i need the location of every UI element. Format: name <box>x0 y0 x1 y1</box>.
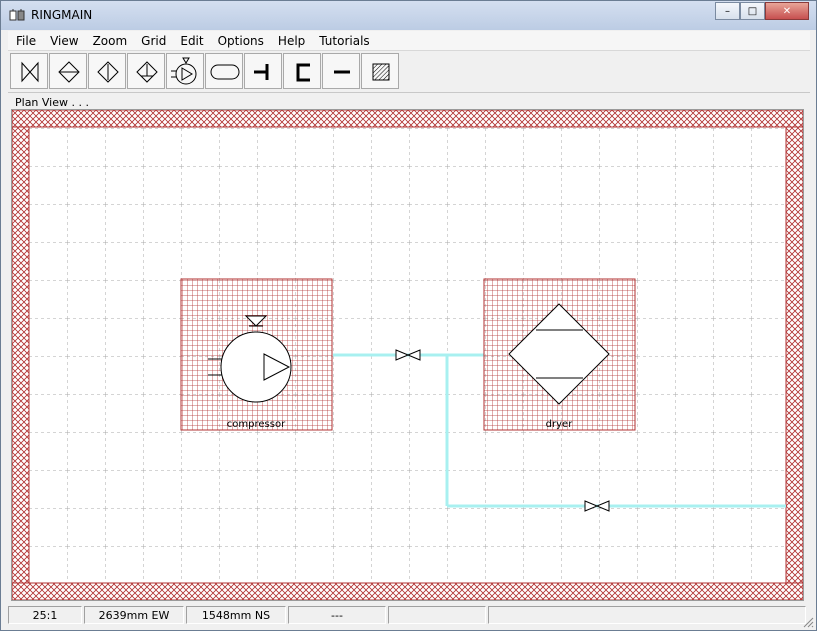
close-icon: ✕ <box>782 5 792 17</box>
compressor-tool-button[interactable] <box>166 53 204 89</box>
app-icon <box>9 9 25 21</box>
compressor-icon <box>171 57 197 85</box>
regulator-tool-button[interactable] <box>88 53 126 89</box>
minimize-button[interactable]: – <box>715 2 740 20</box>
pipe-tool-button[interactable] <box>322 53 360 89</box>
close-button[interactable]: ✕ <box>765 2 809 20</box>
view-label: Plan View . . . <box>15 96 89 109</box>
wall-hatch-icon <box>372 63 390 81</box>
check-valve-icon <box>58 61 80 83</box>
bend-icon <box>296 63 310 82</box>
menu-grid[interactable]: Grid <box>133 34 172 48</box>
menu-tutorials[interactable]: Tutorials <box>311 34 375 48</box>
extra-panel <box>388 606 486 624</box>
regulator-icon <box>97 61 119 83</box>
menu-file[interactable]: File <box>8 34 42 48</box>
minimize-icon: – <box>725 5 730 17</box>
receiver-tool-button[interactable] <box>205 53 243 89</box>
maximize-icon: □ <box>747 5 758 17</box>
scale-panel: 25:1 <box>8 606 82 624</box>
valve-tool-button[interactable] <box>10 53 48 89</box>
valve-icon <box>21 61 39 83</box>
ew-position-panel: 2639mm EW <box>84 606 184 624</box>
pipe-icon <box>334 70 350 74</box>
filter-tool-button[interactable] <box>127 53 165 89</box>
tee-icon <box>254 64 269 80</box>
compressor-component[interactable]: compressor <box>180 278 333 431</box>
status-bar: 25:1 2639mm EW 1548mm NS --- <box>8 606 810 626</box>
wall-top[interactable] <box>11 109 804 128</box>
app-window: RINGMAIN – □ ✕ File View Zoom Grid Edit … <box>0 0 817 631</box>
window-controls: – □ ✕ <box>715 2 809 21</box>
wall-right[interactable] <box>785 126 804 584</box>
check-valve-tool-button[interactable] <box>49 53 87 89</box>
dryer-label: dryer <box>546 419 574 430</box>
menu-edit[interactable]: Edit <box>172 34 209 48</box>
resize-grip-icon[interactable] <box>802 616 814 628</box>
plan-drawing[interactable]: compressor dryer <box>11 109 804 601</box>
wall-bottom[interactable] <box>11 582 804 601</box>
dryer-component[interactable]: dryer <box>483 278 636 431</box>
toolbar <box>8 51 810 93</box>
receiver-icon <box>210 64 240 80</box>
menu-bar: File View Zoom Grid Edit Options Help Tu… <box>8 31 810 51</box>
title-bar[interactable]: RINGMAIN – □ ✕ <box>1 1 816 30</box>
menu-zoom[interactable]: Zoom <box>85 34 134 48</box>
menu-options[interactable]: Options <box>210 34 270 48</box>
plan-view-canvas[interactable]: compressor dryer <box>11 109 804 601</box>
menu-view[interactable]: View <box>42 34 84 48</box>
maximize-button[interactable]: □ <box>740 2 765 20</box>
wall-tool-button[interactable] <box>361 53 399 89</box>
bend-tool-button[interactable] <box>283 53 321 89</box>
window-title: RINGMAIN <box>31 8 93 22</box>
tee-tool-button[interactable] <box>244 53 282 89</box>
menu-help[interactable]: Help <box>270 34 311 48</box>
wall-left[interactable] <box>11 126 30 584</box>
filter-icon <box>136 61 158 83</box>
compressor-label: compressor <box>227 419 286 430</box>
ns-position-panel: 1548mm NS <box>186 606 286 624</box>
message-panel <box>488 606 806 624</box>
mode-panel: --- <box>288 606 386 624</box>
